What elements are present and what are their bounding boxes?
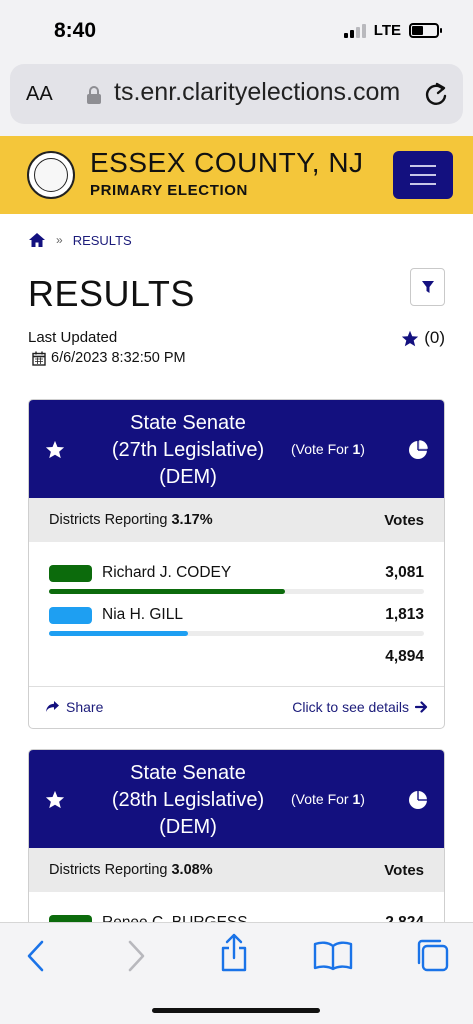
- filter-icon: [421, 281, 434, 293]
- home-indicator: [152, 1008, 320, 1013]
- back-icon[interactable]: [24, 939, 46, 973]
- contest-name: State Senate (28th Legislative) (DEM): [93, 760, 283, 841]
- breadcrumb-results[interactable]: RESULTS: [73, 233, 132, 248]
- contest-footer: Share Click to see details: [29, 686, 444, 726]
- candidate-name: Nia H. GILL: [102, 606, 183, 623]
- vote-share-fill: [49, 589, 286, 594]
- vote-share-bar: [49, 631, 424, 636]
- county-name: ESSEX COUNTY, NJ: [90, 147, 364, 178]
- signal-icon: [343, 23, 366, 38]
- total-votes: 4,894: [385, 648, 424, 665]
- vote-share-fill: [49, 631, 188, 636]
- election-name: PRIMARY ELECTION: [90, 182, 248, 199]
- favorite-star-icon[interactable]: [45, 440, 65, 459]
- last-updated-label: Last Updated: [28, 329, 118, 346]
- details-link[interactable]: Click to see details: [292, 699, 428, 715]
- browser-address-area: AA ts.enr.clarityelections.com: [0, 60, 473, 136]
- last-updated-row: 6/6/2023 8:32:50 PM: [32, 350, 186, 366]
- favorites-count: (0): [424, 328, 445, 347]
- tabs-icon[interactable]: [414, 937, 450, 973]
- contest-name-line1: State Senate: [130, 412, 246, 434]
- reader-settings-button[interactable]: AA: [26, 83, 53, 106]
- details-label: Click to see details: [292, 698, 409, 715]
- contest-header: State Senate (27th Legislative) (DEM) (V…: [29, 400, 444, 498]
- vote-share-bar: [49, 589, 424, 594]
- pie-chart-icon[interactable]: [408, 790, 428, 810]
- candidate-row: Nia H. GILL 1,813: [49, 604, 424, 646]
- filter-button[interactable]: [410, 268, 445, 306]
- contest-header: State Senate (28th Legislative) (DEM) (V…: [29, 750, 444, 848]
- hamburger-menu-button[interactable]: [393, 151, 453, 199]
- districts-reporting-row: Districts Reporting 3.17% Votes: [29, 498, 444, 542]
- status-bar: 8:40 LTE: [0, 0, 473, 60]
- vote-for-label: (Vote For: [291, 791, 349, 807]
- contest-card: State Senate (27th Legislative) (DEM) (V…: [28, 399, 445, 729]
- vote-for: (Vote For 1): [291, 791, 365, 807]
- network-label: LTE: [373, 22, 401, 39]
- contest-name-line1: State Senate: [130, 762, 246, 784]
- forward-icon[interactable]: [126, 939, 148, 973]
- last-updated-value: 6/6/2023 8:32:50 PM: [51, 350, 186, 366]
- share-icon[interactable]: [219, 933, 249, 973]
- vote-for-close: ): [360, 441, 365, 457]
- breadcrumb-separator: »: [56, 233, 63, 247]
- share-link[interactable]: Share: [45, 699, 103, 715]
- star-icon: [402, 330, 419, 346]
- lock-icon: [87, 86, 101, 104]
- battery-icon: [409, 23, 442, 38]
- favorite-star-icon[interactable]: [45, 790, 65, 809]
- candidate-color-swatch: [49, 564, 92, 582]
- candidate-votes: 1,813: [385, 606, 424, 623]
- contest-name-line2: (28th Legislative): [111, 789, 265, 811]
- votes-column-header: Votes: [384, 861, 424, 879]
- clock: 8:40: [54, 19, 97, 42]
- breadcrumb: » RESULTS: [28, 232, 132, 248]
- candidate-votes: 3,081: [385, 564, 424, 581]
- share-arrow-icon: [46, 701, 59, 712]
- favorites-button[interactable]: (0): [401, 328, 445, 348]
- vote-for: (Vote For 1): [291, 441, 365, 457]
- arrow-right-icon: [415, 700, 428, 713]
- county-seal-logo: [27, 151, 75, 199]
- votes-column-header: Votes: [384, 511, 424, 529]
- url-text[interactable]: ts.enr.clarityelections.com: [114, 78, 422, 107]
- page-title: RESULTS: [28, 273, 195, 314]
- candidate-name: Richard J. CODEY: [102, 564, 232, 581]
- vote-for-close: ): [360, 791, 365, 807]
- districts-reporting-label: Districts Reporting: [49, 862, 168, 878]
- aa-label: AA: [26, 83, 53, 105]
- districts-reporting: Districts Reporting 3.17%: [49, 512, 213, 528]
- address-bar[interactable]: AA ts.enr.clarityelections.com: [10, 64, 463, 124]
- reload-icon[interactable]: [423, 80, 449, 108]
- vote-for-label: (Vote For: [291, 441, 349, 457]
- calendar-icon: [32, 351, 46, 366]
- contest-name-line3: (DEM): [159, 466, 217, 488]
- home-icon[interactable]: [28, 232, 46, 248]
- pie-chart-icon[interactable]: [408, 440, 428, 460]
- districts-reporting-label: Districts Reporting: [49, 512, 168, 528]
- candidate-color-swatch: [49, 606, 92, 624]
- contest-name-line3: (DEM): [159, 816, 217, 838]
- share-label: Share: [66, 698, 104, 715]
- site-header: ESSEX COUNTY, NJ PRIMARY ELECTION: [0, 136, 473, 214]
- districts-reporting-value: 3.08%: [171, 862, 213, 878]
- contest-name-line2: (27th Legislative): [111, 439, 265, 461]
- districts-reporting-row: Districts Reporting 3.08% Votes: [29, 848, 444, 892]
- candidate-row: Richard J. CODEY 3,081: [49, 562, 424, 604]
- districts-reporting: Districts Reporting 3.08%: [49, 862, 213, 878]
- districts-reporting-value: 3.17%: [171, 512, 213, 528]
- contest-name: State Senate (27th Legislative) (DEM): [93, 410, 283, 491]
- candidate-list: Richard J. CODEY 3,081 Nia H. GILL 1,813…: [29, 542, 444, 686]
- bookmarks-icon[interactable]: [313, 941, 353, 971]
- status-icons: LTE: [343, 22, 442, 39]
